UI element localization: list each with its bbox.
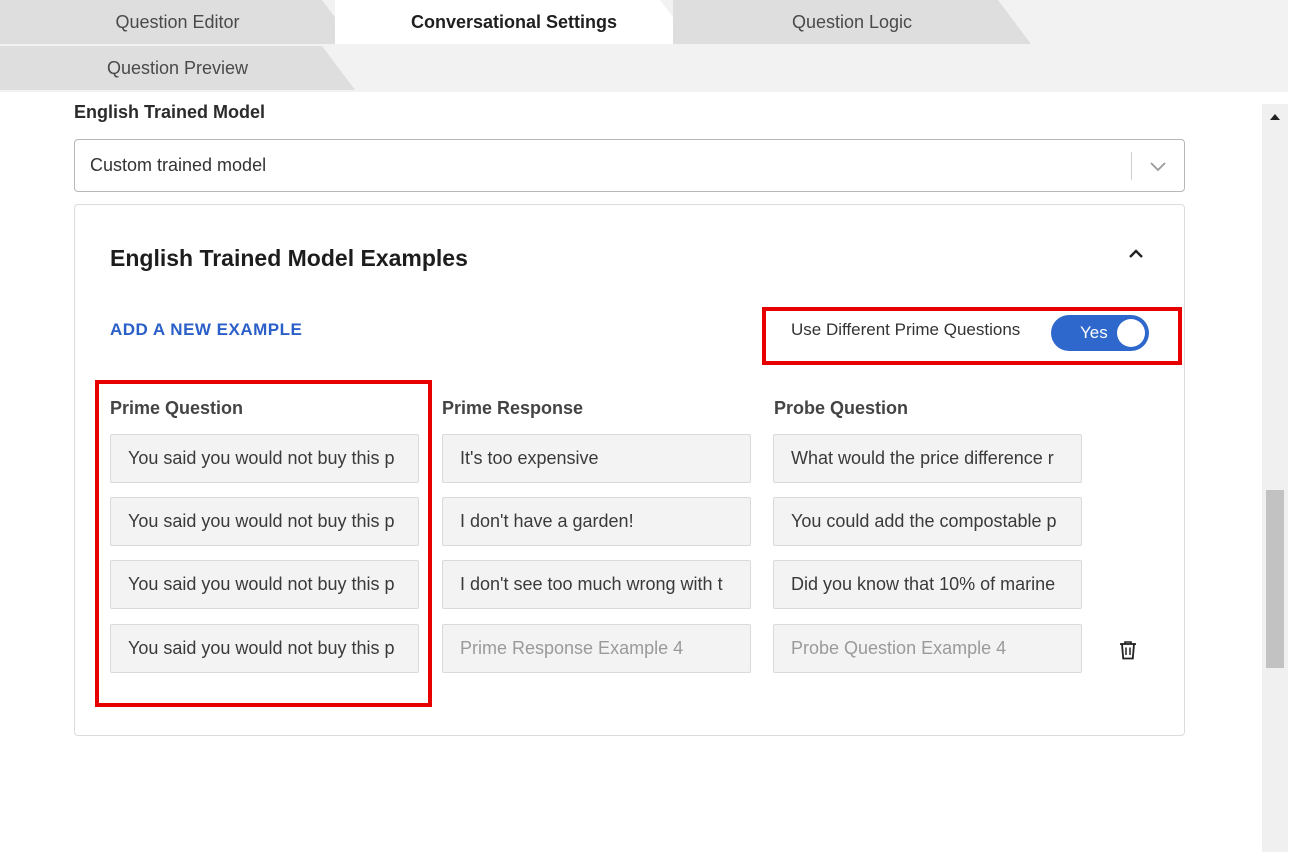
toggle-state-text: Yes	[1080, 323, 1108, 342]
tab-bar: Question Editor Conversational Settings …	[0, 0, 1288, 92]
select-separator	[1131, 152, 1132, 180]
tab-label: Conversational Settings	[410, 11, 618, 32]
trash-icon[interactable]	[1119, 640, 1137, 660]
tab-question-editor[interactable]: Question Editor	[0, 0, 355, 44]
chevron-up-icon[interactable]	[1125, 243, 1147, 265]
tab-question-logic[interactable]: Question Logic	[673, 0, 1031, 44]
scroll-up-arrow-glyph	[1270, 114, 1280, 120]
add-new-example-link[interactable]: ADD A NEW EXAMPLE	[110, 320, 302, 340]
tab-question-preview[interactable]: Question Preview	[0, 46, 355, 90]
settings-content: English Trained Model Custom trained mod…	[0, 92, 1262, 852]
prime-question-field-4[interactable]: You said you would not buy this p	[110, 624, 419, 673]
prime-response-field-4[interactable]: Prime Response Example 4	[442, 624, 751, 673]
prime-question-field-1[interactable]: You said you would not buy this p	[110, 434, 419, 483]
chevron-down-icon[interactable]	[1148, 156, 1168, 176]
prime-response-field-3[interactable]: I don't see too much wrong with t	[442, 560, 751, 609]
trained-model-label: English Trained Model	[74, 102, 266, 122]
probe-question-field-2[interactable]: You could add the compostable p	[773, 497, 1082, 546]
column-header-probe-question: Probe Question	[774, 398, 909, 418]
tab-label: Question Preview	[106, 57, 249, 78]
tab-conversational-settings[interactable]: Conversational Settings	[335, 0, 693, 44]
scroll-thumb[interactable]	[1266, 490, 1284, 668]
prime-question-field-3[interactable]: You said you would not buy this p	[110, 560, 419, 609]
probe-question-field-3[interactable]: Did you know that 10% of marine	[773, 560, 1082, 609]
examples-title: English Trained Model Examples	[110, 245, 468, 271]
toggle-knob	[1117, 319, 1145, 347]
different-prime-questions-toggle[interactable]: Yes	[1051, 315, 1149, 351]
trained-model-value: Custom trained model	[90, 155, 267, 175]
probe-question-field-1[interactable]: What would the price difference r	[773, 434, 1082, 483]
trained-model-select[interactable]: Custom trained model	[74, 139, 1185, 192]
scroll-up-arrow-icon[interactable]	[1262, 104, 1288, 130]
prime-response-field-2[interactable]: I don't have a garden!	[442, 497, 751, 546]
tab-label: Question Logic	[791, 11, 913, 32]
prime-question-field-2[interactable]: You said you would not buy this p	[110, 497, 419, 546]
prime-response-field-1[interactable]: It's too expensive	[442, 434, 751, 483]
different-prime-questions-label: Use Different Prime Questions	[791, 320, 1021, 339]
tab-label: Question Editor	[115, 11, 240, 32]
column-header-prime-question: Prime Question	[110, 398, 244, 418]
column-header-prime-response: Prime Response	[442, 398, 584, 418]
vertical-scrollbar[interactable]	[1262, 104, 1288, 852]
probe-question-field-4[interactable]: Probe Question Example 4	[773, 624, 1082, 673]
examples-panel: English Trained Model Examples ADD A NEW…	[74, 204, 1185, 736]
